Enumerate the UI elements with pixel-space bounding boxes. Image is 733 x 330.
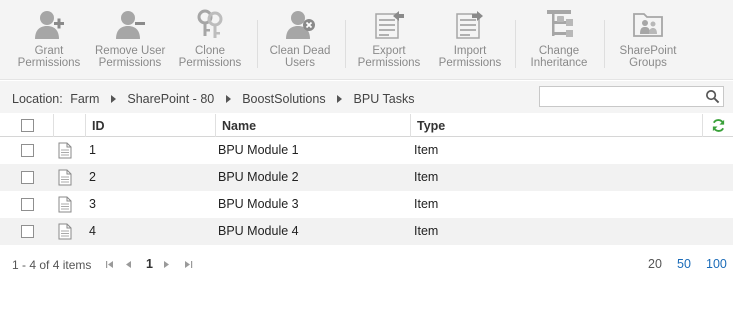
user-clean-icon <box>286 11 315 39</box>
ribbon-separator <box>257 20 258 68</box>
search-icon[interactable] <box>705 89 720 104</box>
table-row[interactable]: 3 BPU Module 3 Item <box>0 191 733 218</box>
import-permissions-button[interactable]: Import Permissions <box>435 0 505 78</box>
row-checkbox[interactable] <box>21 198 34 211</box>
first-page-icon[interactable] <box>105 260 114 269</box>
table-row[interactable]: 1 BPU Module 1 Item <box>0 137 733 164</box>
chevron-right-icon <box>110 94 116 103</box>
group-folder-icon <box>633 13 663 37</box>
current-page[interactable]: 1 <box>146 257 153 271</box>
ribbon-separator <box>515 20 516 68</box>
page-size-20[interactable]: 20 <box>648 257 662 271</box>
page-size-50[interactable]: 50 <box>677 257 691 271</box>
last-page-icon[interactable] <box>184 260 193 269</box>
cell-type: Item <box>414 143 439 157</box>
row-checkbox[interactable] <box>21 144 34 157</box>
breadcrumb-web-application[interactable]: SharePoint - 80 <box>127 92 214 106</box>
select-all-checkbox[interactable] <box>21 119 34 132</box>
breadcrumb: Location: Farm SharePoint - 80 BoostSolu… <box>12 91 414 106</box>
cell-name: BPU Module 2 <box>218 170 299 184</box>
grant-permissions-button[interactable]: Grant Permissions <box>15 0 83 78</box>
document-icon <box>58 196 72 213</box>
remove-user-permissions-button[interactable]: Remove User Permissions <box>95 0 165 78</box>
cell-name: BPU Module 3 <box>218 197 299 211</box>
previous-page-icon[interactable] <box>125 260 132 269</box>
inheritance-icon <box>547 10 573 37</box>
row-checkbox[interactable] <box>21 225 34 238</box>
page-size-100[interactable]: 100 <box>706 257 727 271</box>
select-all-cell <box>0 114 54 137</box>
cell-type: Item <box>414 170 439 184</box>
cell-id: 3 <box>89 197 96 211</box>
pager-info: 1 - 4 of 4 items <box>12 258 92 272</box>
cell-id: 1 <box>89 143 96 157</box>
cell-id: 2 <box>89 170 96 184</box>
refresh-icon[interactable] <box>711 118 726 133</box>
type-column-header[interactable]: Type <box>411 114 703 137</box>
table-row[interactable]: 4 BPU Module 4 Item <box>0 218 733 245</box>
cell-type: Item <box>414 224 439 238</box>
table-row[interactable]: 2 BPU Module 2 Item <box>0 164 733 191</box>
clean-dead-users-button[interactable]: Clean Dead Users <box>266 0 334 78</box>
pager: 1 - 4 of 4 items 1 20 50 100 <box>0 250 733 278</box>
ribbon-toolbar: Grant Permissions Remove User Permissions … <box>0 0 733 80</box>
row-checkbox[interactable] <box>21 171 34 184</box>
icon-column-header <box>54 114 86 137</box>
document-icon <box>58 223 72 240</box>
clone-permissions-button[interactable]: Clone Permissions <box>176 0 244 78</box>
export-permissions-button[interactable]: Export Permissions <box>355 0 423 78</box>
document-icon <box>58 169 72 186</box>
chevron-right-icon <box>225 94 231 103</box>
change-inheritance-button[interactable]: Change Inheritance <box>525 0 593 78</box>
next-page-icon[interactable] <box>163 260 170 269</box>
document-icon <box>58 142 72 159</box>
id-column-header[interactable]: ID <box>86 114 216 137</box>
chevron-right-icon <box>337 94 343 103</box>
user-remove-icon <box>116 11 145 39</box>
export-icon <box>375 11 404 39</box>
cell-name: BPU Module 1 <box>218 143 299 157</box>
import-icon <box>456 11 483 39</box>
user-add-icon <box>35 11 64 39</box>
breadcrumb-list[interactable]: BPU Tasks <box>354 92 415 106</box>
grid-header: ID Name Type <box>0 114 733 137</box>
cell-name: BPU Module 4 <box>218 224 299 238</box>
breadcrumb-site[interactable]: BoostSolutions <box>242 92 325 106</box>
cell-type: Item <box>414 197 439 211</box>
breadcrumb-farm[interactable]: Farm <box>70 92 99 106</box>
search-input[interactable] <box>540 87 700 106</box>
location-label: Location: <box>12 91 63 106</box>
ribbon-separator <box>345 20 346 68</box>
cell-id: 4 <box>89 224 96 238</box>
search-box <box>539 86 724 107</box>
name-column-header[interactable]: Name <box>216 114 411 137</box>
clone-keys-icon <box>197 9 223 38</box>
sharepoint-groups-button[interactable]: SharePoint Groups <box>613 0 683 78</box>
permissions-grid: ID Name Type 1 BPU Module 1 Item 2 BPU M… <box>0 114 733 245</box>
ribbon-separator <box>604 20 605 68</box>
